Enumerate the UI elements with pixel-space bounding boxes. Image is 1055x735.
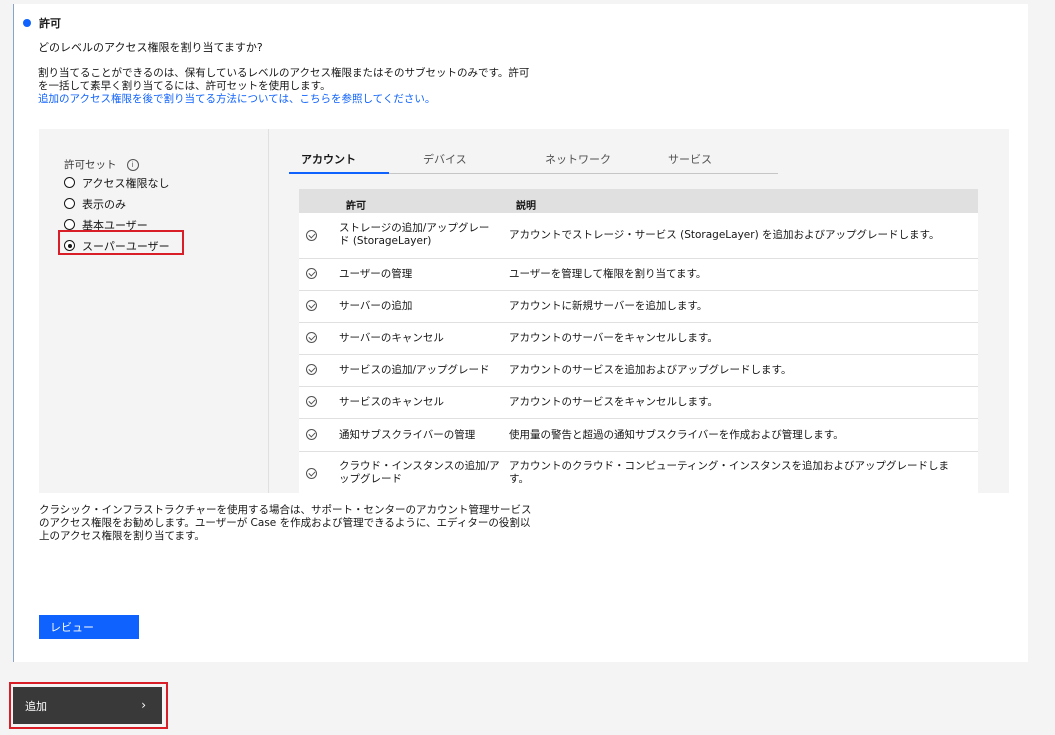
table-row: サーバーの追加 アカウントに新規サーバーを追加します。 (299, 291, 978, 323)
permission-step-panel: 許可 どのレベルのアクセス権限を割り当てますか? 割り当てることができるのは、保… (13, 4, 1028, 662)
vertical-divider (268, 129, 269, 493)
row-permission: サービスの追加/アップグレード (339, 364, 490, 376)
check-circle-icon (306, 468, 317, 479)
check-circle-icon (306, 268, 317, 279)
column-header-permission: 許可 (346, 201, 366, 212)
note-line-1: クラシック・インフラストラクチャーを使用する場合は、サポート・センターのアカウン… (39, 504, 532, 516)
table-row: 通知サブスクライバーの管理 使用量の警告と超過の通知サブスクライバーを作成および… (299, 419, 978, 452)
row-description: アカウントに新規サーバーを追加します。 (509, 300, 708, 312)
row-description: アカウントのクラウド・コンピューティング・インスタンスを追加およびアップグレード… (509, 460, 949, 485)
check-circle-icon (306, 300, 317, 311)
row-permission: ストレージの追加/アップグレード (StorageLayer) (339, 222, 490, 247)
tab-services[interactable]: サービス (668, 151, 712, 173)
row-description: アカウントのサーバーをキャンセルします。 (509, 332, 718, 344)
check-circle-icon (306, 364, 317, 375)
table-row: ユーザーの管理 ユーザーを管理して権限を割り当てます。 (299, 259, 978, 291)
add-button-label: 追加 (25, 699, 47, 713)
check-circle-icon (306, 396, 317, 407)
step-header: 許可 (23, 15, 61, 31)
permission-sets-header: 許可セット i (64, 157, 139, 172)
permission-editor: 許可セット i アクセス権限なし 表示のみ 基本ユーザー スーパーユーザー アカ… (39, 129, 1009, 493)
classic-infrastructure-note: クラシック・インフラストラクチャーを使用する場合は、サポート・センターのアカウン… (39, 504, 559, 543)
radio-no-access[interactable]: アクセス権限なし (64, 172, 170, 193)
radio-circle-icon (64, 219, 75, 230)
column-header-description: 説明 (516, 201, 536, 212)
tab-devices[interactable]: デバイス (423, 151, 467, 173)
desc-line-1: 割り当てることができるのは、保有しているレベルのアクセス権限またはそのサブセット… (38, 67, 530, 79)
row-permission: サービスのキャンセル (339, 396, 444, 408)
active-tab-indicator (289, 172, 389, 174)
radio-label: アクセス権限なし (82, 176, 170, 190)
row-permission: クラウド・インスタンスの追加/アップグレード (339, 460, 500, 485)
permissions-table[interactable]: 許可 説明 ストレージの追加/アップグレード (StorageLayer) アカ… (299, 189, 978, 493)
check-circle-icon (306, 230, 317, 241)
row-permission: 通知サブスクライバーの管理 (339, 429, 476, 441)
table-row: サービスの追加/アップグレード アカウントのサービスを追加およびアップグレードし… (299, 355, 978, 387)
row-description: アカウントのサービスをキャンセルします。 (509, 396, 718, 408)
radio-label: 表示のみ (82, 197, 126, 211)
info-icon[interactable]: i (126, 158, 139, 171)
table-row: サービスのキャンセル アカウントのサービスをキャンセルします。 (299, 387, 978, 419)
super-user-highlight (58, 230, 184, 255)
row-description: アカウントのサービスを追加およびアップグレードします。 (509, 364, 792, 376)
row-permission: サーバーのキャンセル (339, 332, 444, 344)
row-permission: ユーザーの管理 (339, 268, 413, 280)
radio-view-only[interactable]: 表示のみ (64, 193, 170, 214)
note-line-3: 上のアクセス権限を割り当てます。 (39, 530, 205, 542)
desc-line-2: を一括して素早く割り当てるには、許可セットを使用します。 (38, 80, 331, 92)
radio-circle-icon (64, 177, 75, 188)
radio-circle-icon (64, 198, 75, 209)
step-question: どのレベルのアクセス権限を割り当てますか? (38, 41, 263, 54)
step-title: 許可 (39, 17, 61, 30)
row-permission: サーバーの追加 (339, 300, 413, 312)
check-circle-icon (306, 332, 317, 343)
check-circle-icon (306, 429, 317, 440)
row-description: 使用量の警告と超過の通知サブスクライバーを作成および管理します。 (509, 429, 844, 441)
permission-sets-title: 許可セット (64, 159, 117, 171)
row-description: アカウントでストレージ・サービス (StorageLayer) を追加およびアッ… (509, 229, 940, 241)
step-description: 割り当てることができるのは、保有しているレベルのアクセス権限またはそのサブセット… (38, 67, 578, 106)
tab-network[interactable]: ネットワーク (545, 151, 611, 173)
permission-tabs: アカウント デバイス ネットワーク サービス (289, 151, 778, 174)
chevron-right-icon: › (141, 698, 146, 712)
table-header: 許可 説明 (299, 189, 978, 213)
tab-account[interactable]: アカウント (301, 151, 356, 173)
table-row: ストレージの追加/アップグレード (StorageLayer) アカウントでスト… (299, 213, 978, 259)
help-link[interactable]: 追加のアクセス権限を後で割り当てる方法については、こちらを参照してください。 (38, 93, 578, 106)
add-button[interactable]: 追加 › (13, 687, 162, 724)
table-row: サーバーのキャンセル アカウントのサーバーをキャンセルします。 (299, 323, 978, 355)
step-indicator-dot (23, 19, 31, 27)
review-button[interactable]: レビュー (39, 615, 139, 639)
note-line-2: のアクセス権限をお勧めします。ユーザーが Case を作成および管理できるように… (39, 517, 531, 529)
table-row: クラウド・インスタンスの追加/アップグレード アカウントのクラウド・コンピューテ… (299, 452, 978, 493)
row-description: ユーザーを管理して権限を割り当てます。 (509, 268, 707, 280)
